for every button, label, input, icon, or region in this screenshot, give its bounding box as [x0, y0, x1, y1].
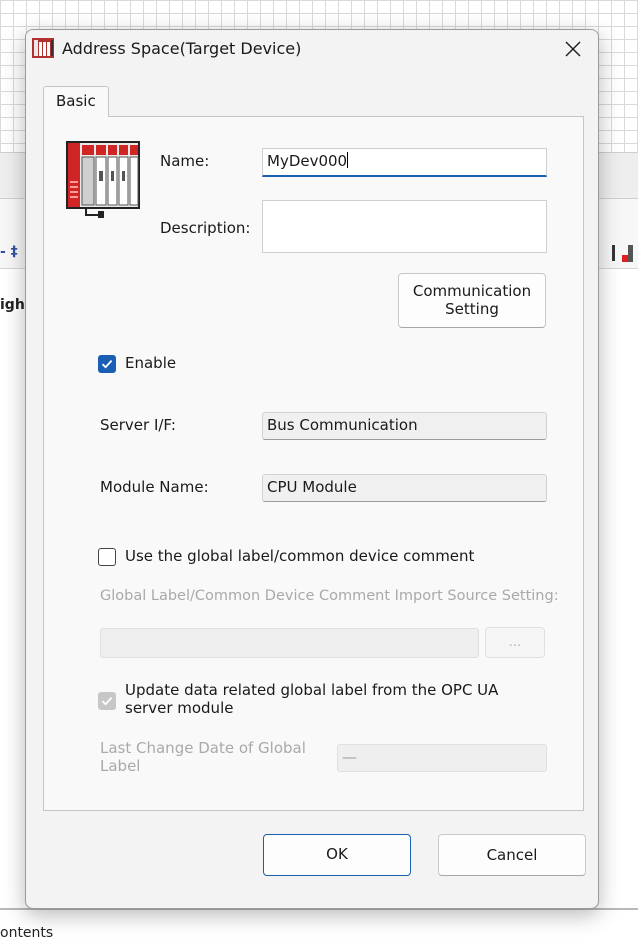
last-change-label-line2: Label — [100, 757, 141, 775]
description-label: Description: — [160, 219, 251, 237]
description-field[interactable] — [262, 200, 547, 253]
name-field-value: MyDev000 — [267, 152, 348, 170]
last-change-label: Last Change Date of Global Label — [100, 739, 306, 775]
browse-button-label: ... — [508, 635, 522, 650]
update-global-label-text: Update data related global label from th… — [125, 681, 498, 717]
import-source-label: Global Label/Common Device Comment Impor… — [100, 588, 559, 604]
background-contents-fragment: ontents — [0, 925, 54, 941]
address-space-dialog: Address Space(Target Device) Basic Name:… — [25, 29, 599, 909]
last-change-label-line1: Last Change Date of Global — [100, 739, 306, 757]
browse-button[interactable]: ... — [485, 627, 545, 658]
close-icon — [565, 41, 581, 57]
text-caret — [347, 152, 349, 168]
update-label-line1: Update data related global label from th… — [125, 681, 499, 699]
last-change-field: — — [337, 744, 547, 772]
use-global-label-text: Use the global label/common device comme… — [125, 547, 475, 565]
server-if-field: Bus Communication — [262, 412, 547, 440]
enable-label: Enable — [125, 354, 177, 372]
plc-device-icon — [66, 141, 140, 218]
module-name-field: CPU Module — [262, 474, 547, 502]
update-label-line2: server module — [125, 699, 234, 717]
name-field[interactable]: MyDev000 — [262, 148, 547, 177]
cancel-button-label: Cancel — [486, 846, 538, 864]
server-if-value: Bus Communication — [267, 416, 418, 434]
last-change-value: — — [342, 748, 357, 766]
background-toolbar-glyph: - ‡ — [0, 244, 18, 260]
update-global-label-checkbox — [98, 692, 116, 710]
enable-checkbox[interactable] — [98, 355, 116, 373]
use-global-label-checkbox[interactable] — [98, 548, 116, 566]
tab-basic-label: Basic — [56, 92, 96, 110]
check-icon — [101, 359, 113, 369]
background-column-fragment: igh — [0, 297, 25, 313]
close-button[interactable] — [548, 30, 598, 68]
tab-basic[interactable]: Basic — [43, 86, 109, 117]
dialog-titlebar[interactable]: Address Space(Target Device) — [26, 30, 598, 68]
communication-setting-button[interactable]: Communication Setting — [398, 273, 546, 328]
name-label: Name: — [160, 152, 210, 170]
communication-setting-line1: Communication — [412, 282, 532, 300]
cancel-button[interactable]: Cancel — [438, 834, 586, 876]
server-if-label: Server I/F: — [100, 416, 176, 434]
app-device-icon — [32, 38, 54, 58]
background-status-area: ontents — [0, 908, 638, 941]
ok-button[interactable]: OK — [263, 834, 411, 876]
import-source-field — [100, 628, 479, 658]
dialog-title: Address Space(Target Device) — [62, 39, 302, 58]
module-name-value: CPU Module — [267, 478, 357, 496]
background-device-icon — [612, 245, 633, 262]
check-icon — [101, 696, 113, 706]
ok-button-label: OK — [326, 845, 348, 863]
module-name-label: Module Name: — [100, 478, 209, 496]
communication-setting-line2: Setting — [445, 300, 499, 318]
